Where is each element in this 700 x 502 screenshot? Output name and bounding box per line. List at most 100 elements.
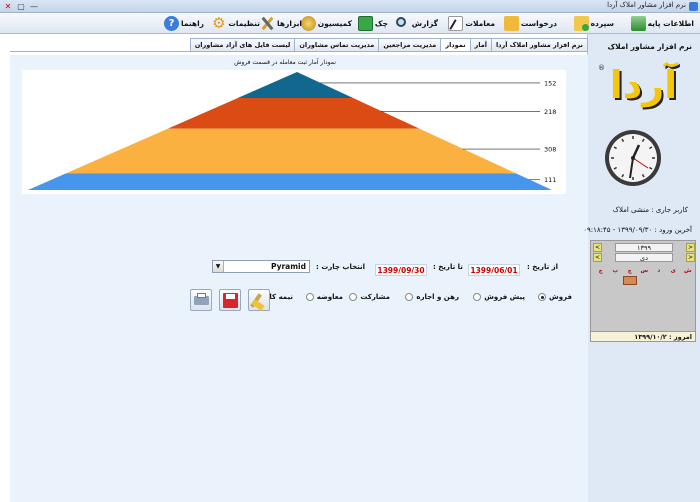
calendar-today[interactable]: امروز : ۱۳۹۹/۱۰/۲ (591, 331, 695, 341)
toolbar-report[interactable]: گزارش (395, 15, 438, 32)
radio-sale[interactable]: فروش (538, 293, 572, 301)
prev-year-button[interactable]: < (593, 243, 602, 252)
tab-home[interactable]: نرم افزار مشاور املاک آردا (490, 38, 588, 51)
calendar-day[interactable] (666, 303, 681, 312)
next-year-button[interactable]: > (686, 243, 695, 252)
calendar-weekday: ی (670, 268, 676, 274)
toolbar-settings[interactable]: ⚙ تنظیمات (211, 15, 260, 32)
radio-dot[interactable] (538, 293, 547, 301)
radio-partnership[interactable]: مشارکت (349, 293, 390, 301)
pyramid-chart: 152 218 308 111 (28, 72, 556, 190)
calendar-day[interactable] (666, 276, 681, 285)
toolbar-label: اطلاعات پایه (647, 19, 694, 28)
calendar-day[interactable] (681, 321, 696, 330)
tab-clients[interactable]: مدیریت مراجعین (378, 38, 442, 51)
calendar-day[interactable] (666, 321, 681, 330)
toolbar-help[interactable]: ? راهنما (164, 15, 204, 32)
calendar-day[interactable] (623, 285, 638, 294)
calendar-day[interactable] (666, 285, 681, 294)
calendar-day[interactable] (681, 312, 696, 321)
calendar-day[interactable] (652, 276, 667, 285)
calendar-day[interactable] (681, 303, 696, 312)
radio-presale[interactable]: پیش فروش (473, 293, 525, 301)
toolbar-base-info[interactable]: اطلاعات پایه (630, 15, 694, 32)
toolbar-check[interactable]: چک (357, 15, 388, 32)
calendar-day[interactable] (608, 276, 623, 285)
calendar-weekday: س (640, 268, 649, 274)
calendar-day[interactable] (608, 285, 623, 294)
toolbar-label: راهنما (181, 19, 204, 28)
calendar-day[interactable] (637, 312, 652, 321)
calendar-day[interactable] (608, 294, 623, 303)
toolbar-label: ابزارها (277, 19, 302, 28)
maximize-button[interactable]: ▢ (16, 2, 26, 11)
calendar-day[interactable] (608, 312, 623, 321)
chevron-down-icon[interactable]: ▼ (213, 261, 224, 272)
toolbar-request[interactable]: درخواست (503, 15, 557, 32)
tab-free-files[interactable]: لیست فایل های آزاد مشاوران (189, 38, 296, 51)
calendar-grid: شیدسچپج (593, 267, 695, 339)
calendar-day[interactable] (594, 285, 609, 294)
calendar-day[interactable] (637, 294, 652, 303)
calendar-day[interactable] (652, 321, 667, 330)
print-button[interactable] (190, 289, 212, 311)
calendar-day[interactable] (637, 321, 652, 330)
calendar-day[interactable] (652, 303, 667, 312)
calendar-week-row (593, 276, 695, 285)
calendar-day[interactable] (594, 276, 609, 285)
from-date-input[interactable]: 1399/06/01 (468, 264, 520, 276)
calendar-day[interactable] (622, 276, 637, 285)
next-month-button[interactable]: > (686, 253, 695, 262)
close-button[interactable]: ✕ (3, 2, 13, 11)
contract-pen-icon (448, 16, 464, 31)
toolbar-transactions[interactable]: معاملات (448, 15, 495, 32)
calendar-day[interactable] (681, 285, 696, 294)
calendar-day[interactable] (608, 321, 623, 330)
calendar-day[interactable] (666, 294, 681, 303)
save-button[interactable] (219, 289, 241, 311)
calendar-day[interactable] (637, 303, 652, 312)
tab-chart[interactable]: نمودار (440, 38, 471, 52)
logo-text: آردا (609, 63, 678, 107)
calendar-day[interactable] (652, 285, 667, 294)
tab-agent-calls[interactable]: مدیریت تماس مشاوران (294, 38, 380, 51)
calendar-day[interactable] (623, 312, 638, 321)
radio-dot[interactable] (305, 293, 314, 301)
calendar-day[interactable] (608, 303, 623, 312)
toolbar-commission[interactable]: کمیسیون (300, 15, 352, 32)
magnifier-icon (395, 16, 410, 31)
calendar-day[interactable] (681, 294, 696, 303)
pyramid-layer (167, 97, 420, 129)
calendar-day[interactable] (681, 276, 696, 285)
to-date-input[interactable]: 1399/09/30 (375, 264, 427, 276)
tab-statistics[interactable]: آمار (469, 38, 492, 51)
calendar-day[interactable] (623, 303, 638, 312)
toolbar-tools[interactable]: ابزارها (260, 15, 302, 32)
calendar-day[interactable] (594, 303, 609, 312)
minimize-button[interactable]: — (29, 2, 39, 11)
calendar-day[interactable] (594, 294, 609, 303)
clock-face (605, 130, 661, 186)
data-label: 152 (544, 79, 556, 87)
calendar-day[interactable] (623, 321, 638, 330)
calendar-day[interactable] (623, 294, 638, 303)
radio-rent[interactable]: رهن و اجاره (405, 293, 459, 301)
calendar-day[interactable] (652, 294, 667, 303)
radio-dot[interactable] (405, 293, 414, 301)
calendar-day[interactable] (594, 321, 609, 330)
calendar-day[interactable] (637, 276, 652, 285)
clear-button[interactable] (248, 289, 270, 311)
help-icon: ? (164, 16, 179, 31)
radio-dot[interactable] (473, 293, 482, 301)
prev-month-button[interactable]: < (593, 253, 602, 262)
data-label: 218 (544, 108, 556, 116)
calendar-day[interactable] (652, 312, 667, 321)
calendar-day[interactable] (594, 312, 609, 321)
calendar-weekday: ش (683, 268, 692, 274)
radio-exchange[interactable]: معاوضه (305, 293, 343, 301)
calendar-day[interactable] (637, 285, 652, 294)
chart-type-select[interactable]: Pyramid ▼ (212, 260, 310, 273)
radio-dot[interactable] (349, 293, 358, 301)
toolbar-deposit[interactable]: سپرده (573, 15, 614, 32)
calendar-day[interactable] (666, 312, 681, 321)
